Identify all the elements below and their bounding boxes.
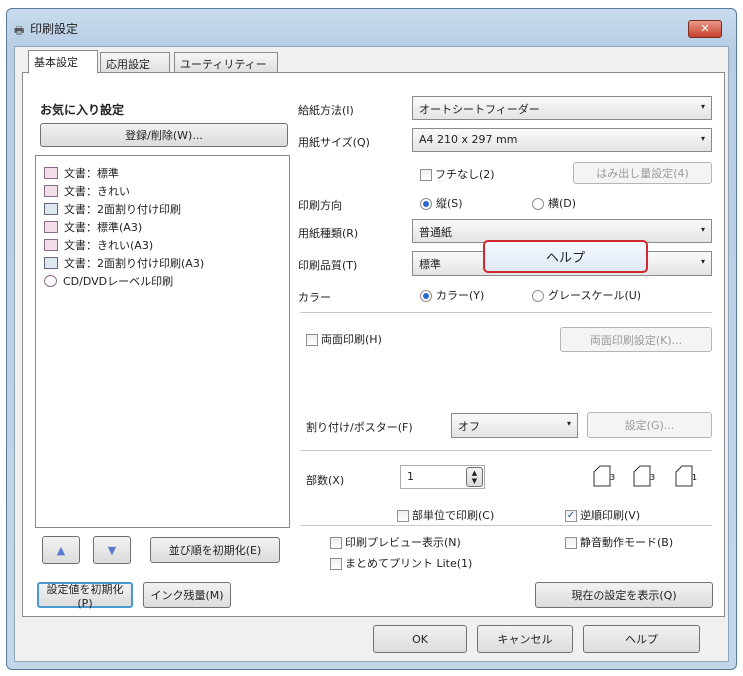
reverse-order-label: 逆順印刷(V) (580, 509, 641, 522)
layout-value: オフ (458, 420, 480, 433)
borderless-checkbox[interactable]: フチなし(2) (420, 166, 495, 182)
help-tooltip[interactable]: ヘルプ (483, 240, 648, 273)
chevron-down-icon: ▾ (700, 134, 705, 143)
layout-settings-button[interactable]: 設定(G)... (587, 412, 712, 438)
svg-text:3: 3 (650, 473, 656, 482)
paper-type-label: 用紙種類(R) (298, 227, 359, 240)
tab-advanced[interactable]: 応用設定 (100, 52, 170, 73)
printer-icon: 🖶 (14, 24, 25, 37)
item-label: 文書：きれい(A3) (64, 239, 154, 252)
print-preview-checkbox[interactable]: 印刷プレビュー表示(N) (330, 534, 461, 550)
portrait-radio[interactable]: 縦(S) (420, 195, 463, 211)
item-label: 文書：2面割り付け印刷(A3) (64, 257, 205, 270)
paper-source-select[interactable]: オートシートフィーダー ▾ (412, 96, 712, 120)
print-lite-checkbox[interactable]: まとめてプリント Lite(1) (330, 555, 472, 571)
list-item[interactable]: CD/DVDレーベル印刷 (44, 273, 173, 289)
chevron-down-icon: ▾ (700, 225, 705, 234)
item-label: 文書：きれい (64, 185, 130, 198)
svg-text:1: 1 (692, 473, 698, 482)
favorites-list[interactable]: 文書：標準 文書：きれい 文書：2面割り付け印刷 文書：標準(A3) 文書：きれ… (35, 155, 290, 528)
close-button[interactable]: ✕ (688, 20, 722, 38)
document-icon (44, 221, 58, 233)
item-label: 文書：2面割り付け印刷 (64, 203, 181, 216)
duplex-settings-button[interactable]: 両面印刷設定(K)... (560, 327, 712, 352)
layout-label: 割り付け/ポスター(F) (306, 421, 413, 434)
duplex-checkbox[interactable]: 両面印刷(H) (306, 331, 382, 347)
favorites-heading: お気に入り設定 (40, 103, 125, 117)
layout-2up-icon (44, 257, 58, 269)
landscape-label: 横(D) (548, 197, 577, 210)
collate-checkbox[interactable]: 部単位で印刷(C) (397, 507, 494, 523)
reverse-order-checkbox[interactable]: ✓ 逆順印刷(V) (565, 507, 640, 523)
paper-size-label: 用紙サイズ(Q) (298, 136, 370, 149)
tab-basic[interactable]: 基本設定 (28, 50, 98, 74)
collate-label: 部単位で印刷(C) (412, 509, 495, 522)
color-radio[interactable]: カラー(Y) (420, 287, 484, 303)
paper-size-select[interactable]: A4 210 x 297 mm ▾ (412, 128, 712, 152)
grayscale-label: グレースケール(U) (548, 289, 642, 302)
register-delete-button[interactable]: 登録/削除(W)... (40, 123, 288, 147)
landscape-radio[interactable]: 横(D) (532, 195, 576, 211)
layout-select[interactable]: オフ ▾ (451, 413, 578, 438)
quality-label: 印刷品質(T) (298, 259, 358, 272)
ink-levels-button[interactable]: インク残量(M) (143, 582, 231, 608)
list-item[interactable]: 文書：きれい(A3) (44, 237, 153, 253)
divider (300, 312, 712, 313)
orientation-label: 印刷方向 (298, 199, 342, 212)
list-item[interactable]: 文書：2面割り付け印刷(A3) (44, 255, 204, 271)
reset-order-button[interactable]: 並び順を初期化(E) (150, 537, 280, 563)
portrait-label: 縦(S) (436, 197, 463, 210)
help-button[interactable]: ヘルプ (583, 625, 700, 653)
quiet-mode-checkbox[interactable]: 静音動作モード(B) (565, 534, 673, 550)
list-item[interactable]: 文書：標準(A3) (44, 219, 142, 235)
move-up-button[interactable]: ▲ (42, 536, 80, 564)
disc-icon (44, 275, 57, 287)
overflow-settings-button[interactable]: はみ出し量設定(4) (573, 162, 712, 184)
chevron-down-icon: ▾ (700, 102, 705, 111)
divider (300, 525, 712, 526)
copies-spinner[interactable]: ▲ ▼ (466, 467, 483, 487)
paper-source-label: 給紙方法(I) (298, 104, 354, 117)
list-item[interactable]: 文書：標準 (44, 165, 119, 181)
item-label: 文書：標準(A3) (64, 221, 143, 234)
ok-button[interactable]: OK (373, 625, 467, 653)
check-icon: ✓ (565, 510, 577, 522)
document-fine-icon (44, 239, 58, 251)
cancel-button[interactable]: キャンセル (477, 625, 573, 653)
copies-label: 部数(X) (306, 474, 345, 487)
copies-value: 1 (407, 470, 414, 483)
list-item[interactable]: 文書：きれい (44, 183, 130, 199)
show-current-settings-button[interactable]: 現在の設定を表示(Q) (535, 582, 713, 608)
chevron-down-icon: ▾ (566, 419, 571, 428)
duplex-label: 両面印刷(H) (321, 333, 382, 346)
print-lite-label: まとめてプリント Lite(1) (345, 557, 473, 570)
collate-order-icon: 3 3 1 (590, 462, 714, 490)
item-label: CD/DVDレーベル印刷 (63, 275, 174, 288)
reset-settings-button[interactable]: 設定値を初期化(P) (37, 582, 133, 610)
divider (300, 450, 712, 451)
document-icon (44, 167, 58, 179)
item-label: 文書：標準 (64, 167, 119, 180)
quiet-mode-label: 静音動作モード(B) (580, 536, 674, 549)
svg-text:3: 3 (610, 473, 616, 482)
tab-utility[interactable]: ユーティリティー (174, 52, 278, 73)
layout-2up-icon (44, 203, 58, 215)
print-preview-label: 印刷プレビュー表示(N) (345, 536, 461, 549)
paper-size-value: A4 210 x 297 mm (419, 133, 518, 146)
color-label: カラー (298, 291, 331, 304)
window-title: 印刷設定 (30, 22, 79, 36)
borderless-label: フチなし(2) (435, 168, 495, 181)
document-fine-icon (44, 185, 58, 197)
quality-value: 標準 (419, 258, 441, 271)
list-item[interactable]: 文書：2面割り付け印刷 (44, 201, 181, 217)
grayscale-radio[interactable]: グレースケール(U) (532, 287, 641, 303)
chevron-down-icon: ▾ (700, 257, 705, 266)
color-radio-label: カラー(Y) (436, 289, 485, 302)
paper-source-value: オートシートフィーダー (419, 103, 540, 116)
move-down-button[interactable]: ▼ (93, 536, 131, 564)
paper-type-value: 普通紙 (419, 226, 452, 239)
